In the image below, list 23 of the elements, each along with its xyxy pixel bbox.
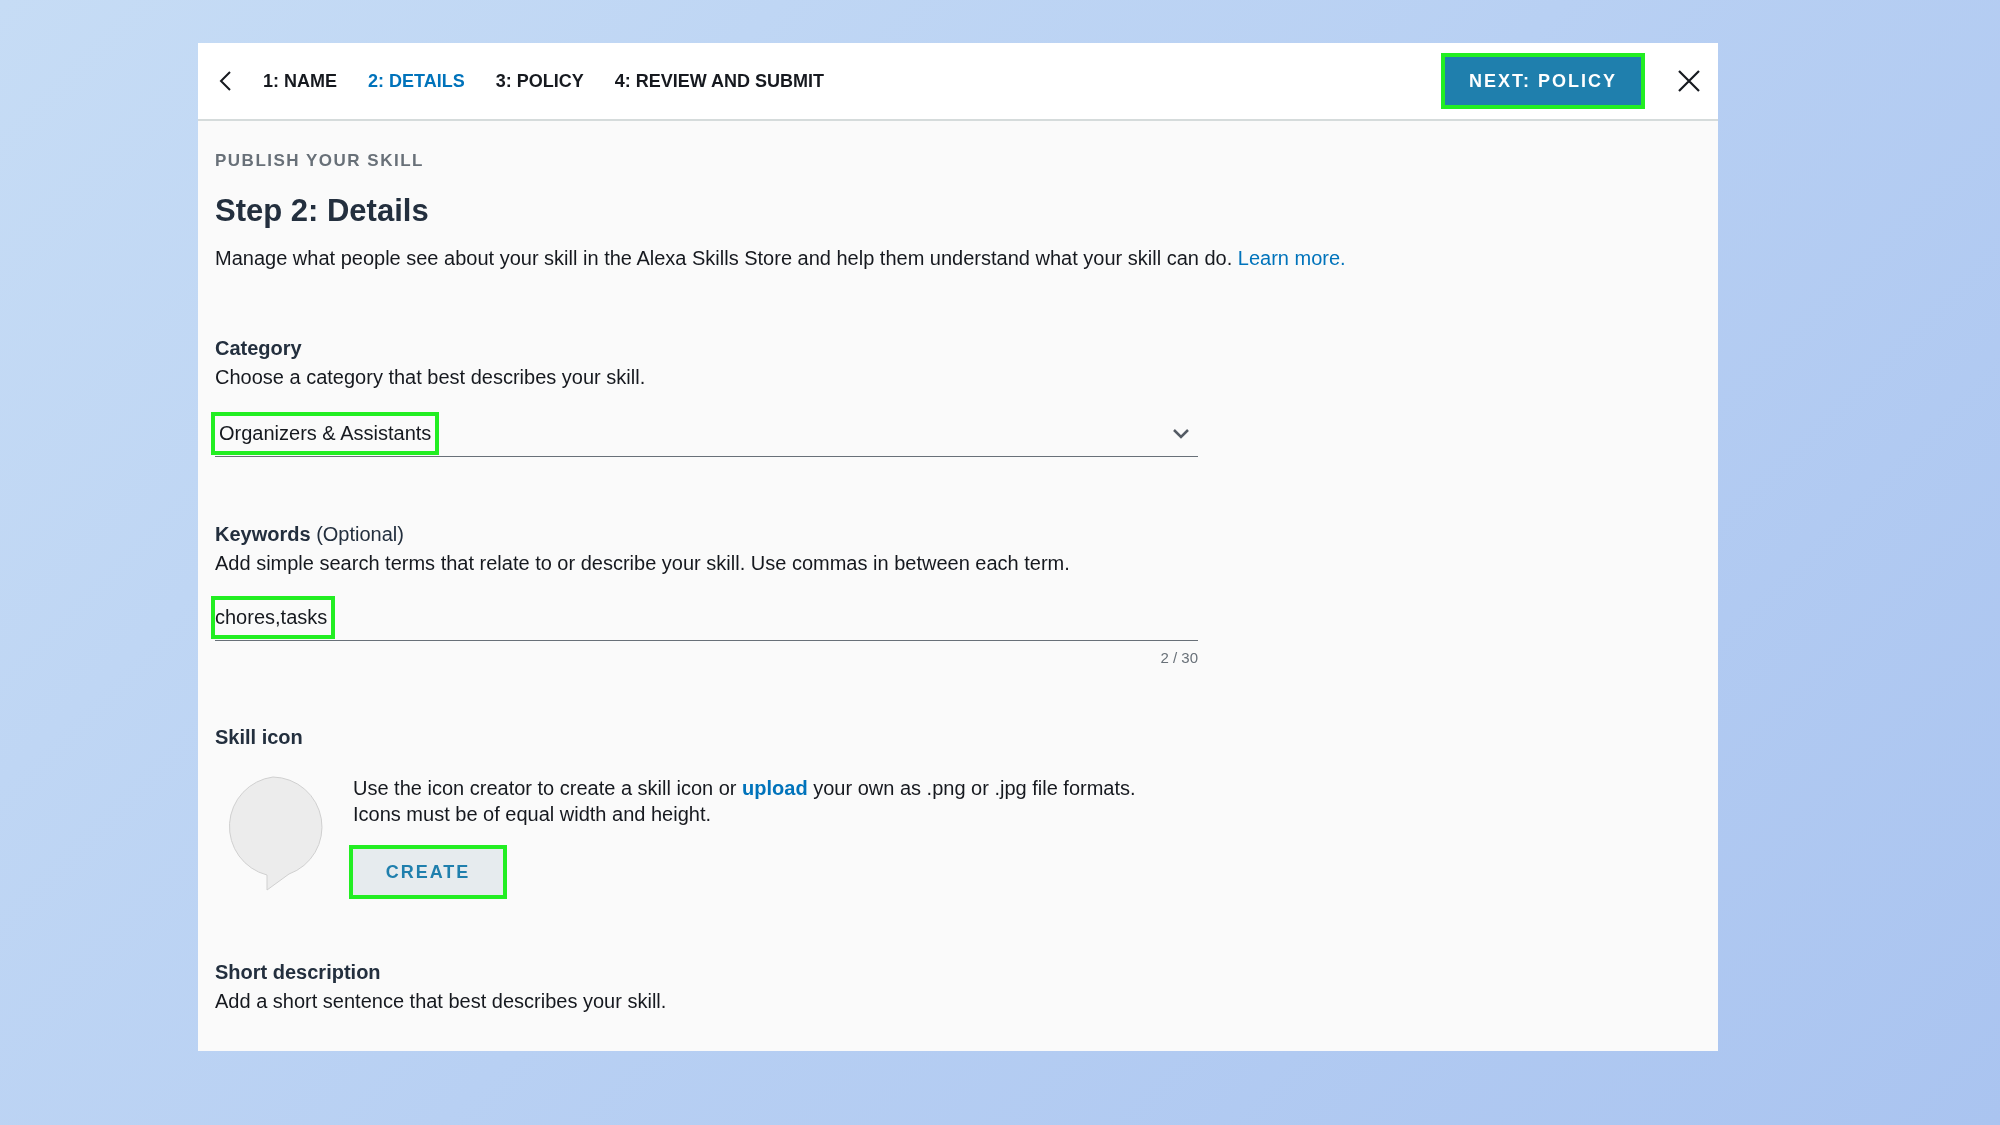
upload-link[interactable]: upload bbox=[742, 777, 808, 799]
field-label: Skill icon bbox=[215, 726, 304, 749]
help-text: Choose a category that best describes your skill. bbox=[215, 365, 647, 390]
help-text: Add a short sentence that best describes your skill. bbox=[215, 989, 668, 1014]
help-text: Add simple search terms that relate to or describe your skill. Use commas in between each term. bbox=[215, 551, 1071, 576]
step-tab[interactable]: 4: REVIEW AND SUBMIT bbox=[614, 70, 825, 92]
section-eyebrow: PUBLISH YOUR SKILL bbox=[215, 151, 425, 171]
step-tab[interactable]: 1: NAME bbox=[263, 70, 337, 92]
back-icon[interactable] bbox=[218, 70, 232, 92]
character-counter: 2 / 30 bbox=[1159, 649, 1198, 666]
close-icon[interactable] bbox=[1677, 69, 1701, 93]
page-title: Step 2: Details bbox=[215, 193, 430, 229]
learn-more-link[interactable]: Learn more. bbox=[1237, 247, 1346, 269]
step-tab[interactable]: 2: DETAILS bbox=[368, 70, 465, 92]
step-tab[interactable]: 3: POLICY bbox=[495, 70, 584, 92]
field-label: Short description bbox=[215, 961, 382, 984]
chevron-down-icon bbox=[1172, 427, 1190, 440]
keywords-input[interactable]: chores,tasks bbox=[215, 600, 1198, 641]
field-label: Keywords (Optional) bbox=[215, 523, 405, 546]
category-dropdown[interactable]: Organizers & Assistants bbox=[215, 416, 1198, 457]
intro-text: Manage what people see about your skill in the Alexa Skills Store and help them understand what your skill can do. Learn more. bbox=[215, 246, 1347, 271]
icon-help-text: Use the icon creator to create a skill icon or upload your own as .png or .jpg file formats. Icons must be of equal width and height. bbox=[353, 776, 1136, 827]
field-label: Category bbox=[215, 337, 303, 360]
